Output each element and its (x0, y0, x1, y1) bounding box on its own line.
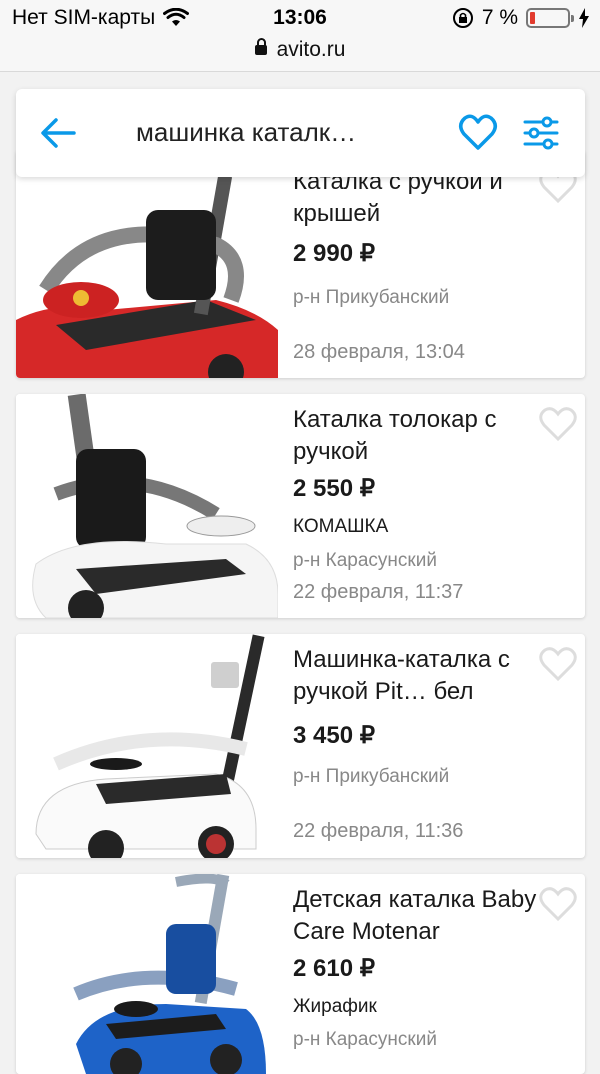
listing-date: 28 февраля, 13:04 (293, 341, 465, 363)
favorite-heart-icon[interactable] (539, 646, 577, 682)
listing-card[interactable]: Каталка с ручкой и крышей 2 990 ₽ р-н Пр… (16, 150, 585, 378)
favorites-heart-icon[interactable] (458, 113, 498, 153)
search-query[interactable]: машинка каталк… (136, 117, 356, 148)
listing-card[interactable]: Детская каталка Baby Care Motenar 2 610 … (16, 874, 585, 1074)
listing-photo (16, 634, 278, 858)
listing-photo (16, 874, 278, 1074)
listing-area: р-н Прикубанский (293, 287, 450, 308)
filter-sliders-icon[interactable] (521, 113, 561, 153)
listing-date: 22 февраля, 11:37 (293, 581, 464, 603)
favorite-heart-icon[interactable] (539, 406, 577, 442)
listing-area: р-н Прикубанский (293, 766, 450, 787)
listing-area: р-н Карасунский (293, 550, 437, 571)
back-arrow-icon[interactable] (38, 115, 78, 151)
listing-photo (16, 394, 278, 618)
favorite-heart-icon[interactable] (539, 886, 577, 922)
listing-card[interactable]: Каталка толокар с ручкой 2 550 ₽ КОМАШКА… (16, 394, 585, 618)
listing-price: 2 610 ₽ (293, 955, 375, 982)
listing-title[interactable]: Машинка-каталка с ручкой Pit… бел (293, 644, 533, 708)
listing-date: 22 февраля, 11:36 (293, 820, 464, 842)
listing-photo (16, 150, 278, 378)
listing-shop: Жирафик (293, 996, 377, 1017)
listing-area: р-н Карасунский (293, 1029, 437, 1050)
listing-card[interactable]: Машинка-каталка с ручкой Pit… бел 3 450 … (16, 634, 585, 858)
listing-shop: КОМАШКА (293, 516, 389, 537)
listing-title[interactable]: Каталка толокар с ручкой (293, 404, 533, 468)
search-bar: машинка каталк… (16, 89, 585, 177)
listing-price: 2 990 ₽ (293, 240, 375, 267)
listing-price: 3 450 ₽ (293, 722, 375, 749)
listing-price: 2 550 ₽ (293, 475, 375, 502)
listing-title[interactable]: Детская каталка Baby Care Motenar (293, 884, 563, 948)
